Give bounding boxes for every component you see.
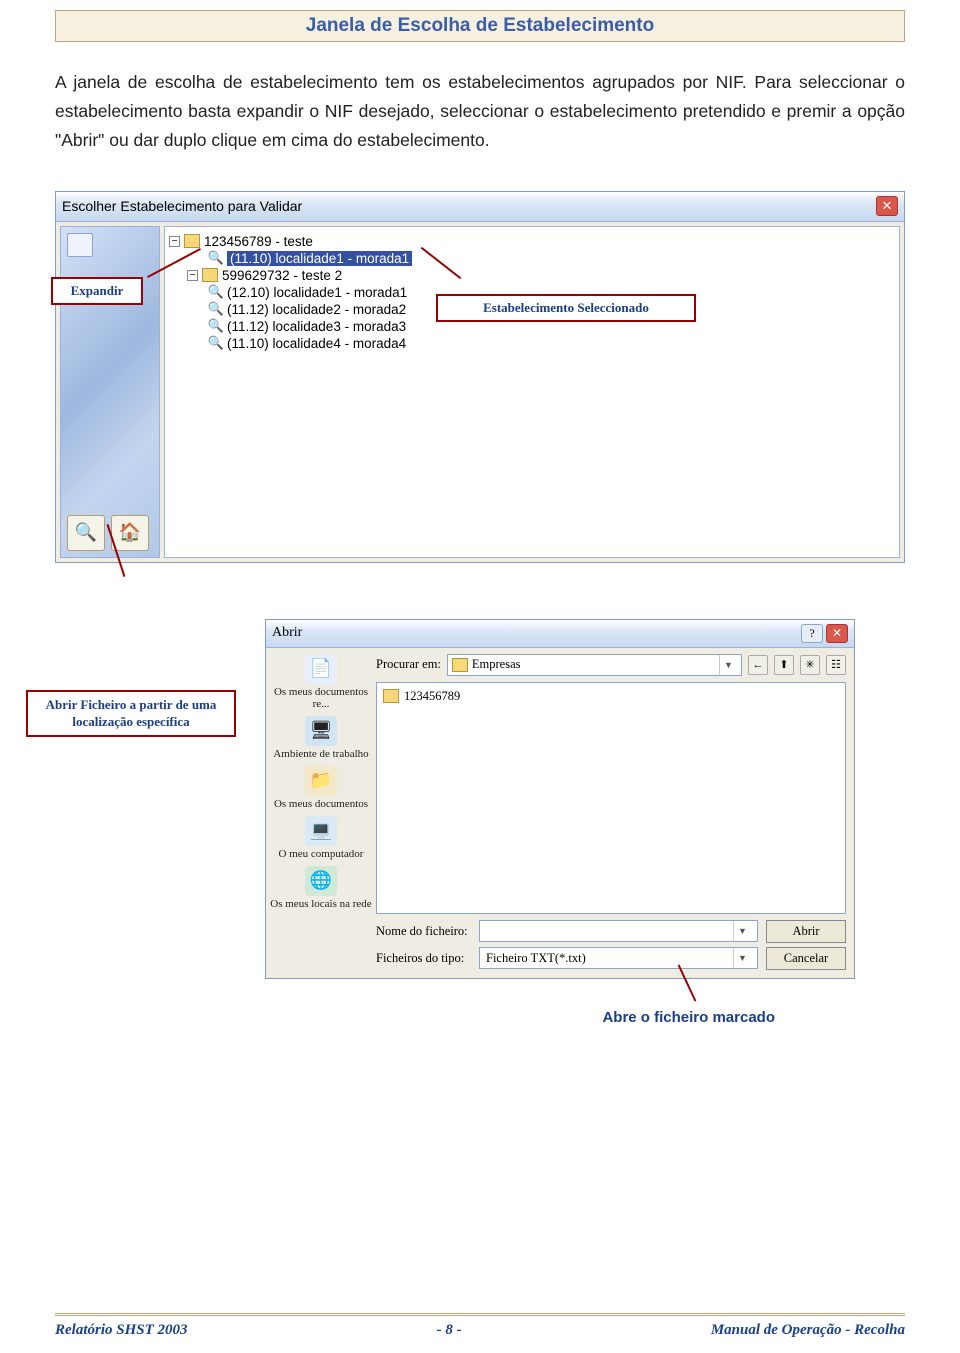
magnifier-icon: 🔍 xyxy=(209,285,223,299)
building-button[interactable]: 🏠 xyxy=(111,515,149,551)
footer-left: Relatório SHST 2003 xyxy=(55,1322,188,1339)
place-recent[interactable]: 📄Os meus documentos re... xyxy=(268,654,374,710)
magnifier-icon: 🔍 xyxy=(209,251,223,265)
close-icon[interactable]: ✕ xyxy=(876,196,898,216)
help-icon[interactable]: ? xyxy=(801,624,823,643)
filetype-label: Ficheiros do tipo: xyxy=(376,951,471,966)
tree-node[interactable]: (12.10) localidade1 - morada1 xyxy=(227,285,407,300)
filename-label: Nome do ficheiro: xyxy=(376,924,471,939)
tree-node[interactable]: (11.12) localidade3 - morada3 xyxy=(227,319,406,334)
folder-icon xyxy=(452,658,468,672)
chevron-down-icon[interactable]: ▼ xyxy=(733,948,751,968)
dialog-escolher-estabelecimento: Escolher Estabelecimento para Validar ✕ … xyxy=(55,191,905,563)
close-icon[interactable]: ✕ xyxy=(826,624,848,643)
tree-node[interactable]: 123456789 - teste xyxy=(204,234,313,249)
collapse-icon[interactable]: − xyxy=(169,236,180,247)
folder-icon xyxy=(184,234,200,248)
folder-icon xyxy=(383,689,399,703)
chevron-down-icon[interactable]: ▼ xyxy=(733,921,751,941)
lookin-value: Empresas xyxy=(472,657,521,672)
lookin-combo[interactable]: Empresas ▼ xyxy=(447,654,742,676)
views-icon[interactable]: ☷ xyxy=(826,655,846,675)
magnifier-icon: 🔍 xyxy=(209,336,223,350)
save-icon[interactable] xyxy=(67,233,93,257)
intro-paragraph: A janela de escolha de estabelecimento t… xyxy=(55,68,905,155)
back-icon[interactable]: ← xyxy=(748,655,768,675)
dialog-abrir: Abrir ? ✕ 📄Os meus documentos re... 🖥Amb… xyxy=(265,619,855,979)
dialog1-title: Escolher Estabelecimento para Validar xyxy=(62,198,302,214)
place-computer[interactable]: 💻O meu computador xyxy=(279,816,364,860)
tree-node[interactable]: (11.10) localidade4 - morada4 xyxy=(227,336,406,351)
new-folder-icon[interactable]: ✳ xyxy=(800,655,820,675)
chevron-down-icon[interactable]: ▼ xyxy=(719,655,737,675)
callout-abre-marcado: Abre o ficheiro marcado xyxy=(55,1009,905,1026)
tree-node[interactable]: 599629732 - teste 2 xyxy=(222,268,342,283)
place-documents[interactable]: 📁Os meus documentos xyxy=(274,766,368,810)
callout-expandir: Expandir xyxy=(51,277,143,305)
places-bar: 📄Os meus documentos re... 🖥Ambiente de t… xyxy=(266,648,376,978)
tree-node[interactable]: (11.12) localidade2 - morada2 xyxy=(227,302,406,317)
page-title: Janela de Escolha de Estabelecimento xyxy=(55,10,905,42)
footer-center: - 8 - xyxy=(437,1322,462,1339)
dialog2-title: Abrir xyxy=(272,625,302,641)
lookin-label: Procurar em: xyxy=(376,657,441,672)
place-network[interactable]: 🌐Os meus locais na rede xyxy=(270,866,371,910)
filetype-combo[interactable]: Ficheiro TXT(*.txt)▼ xyxy=(479,947,758,969)
collapse-icon[interactable]: − xyxy=(187,270,198,281)
magnifier-icon: 🔍 xyxy=(209,319,223,333)
up-folder-icon[interactable]: ⬆ xyxy=(774,655,794,675)
footer-right: Manual de Operação - Recolha xyxy=(711,1322,905,1339)
list-item[interactable]: 123456789 xyxy=(383,689,839,704)
cancel-button[interactable]: Cancelar xyxy=(766,947,846,970)
file-list[interactable]: 123456789 xyxy=(376,682,846,914)
filename-input[interactable]: ▼ xyxy=(479,920,758,942)
open-file-button[interactable]: 🔍 xyxy=(67,515,105,551)
place-desktop[interactable]: 🖥Ambiente de trabalho xyxy=(273,716,368,760)
sidebar-panel: 🔍 🏠 xyxy=(60,226,160,558)
magnifier-icon: 🔍 xyxy=(209,302,223,316)
folder-icon xyxy=(202,268,218,282)
page-footer: Relatório SHST 2003 - 8 - Manual de Oper… xyxy=(55,1313,905,1339)
callout-abrir-ficheiro: Abrir Ficheiro a partir de uma localizaç… xyxy=(26,690,236,737)
callout-selecionado: Estabelecimento Seleccionado xyxy=(436,294,696,322)
tree-node-selected[interactable]: (11.10) localidade1 - morada1 xyxy=(227,251,412,266)
open-button[interactable]: Abrir xyxy=(766,920,846,943)
tree-view[interactable]: − 123456789 - teste 🔍 (11.10) localidade1 … xyxy=(164,226,900,558)
